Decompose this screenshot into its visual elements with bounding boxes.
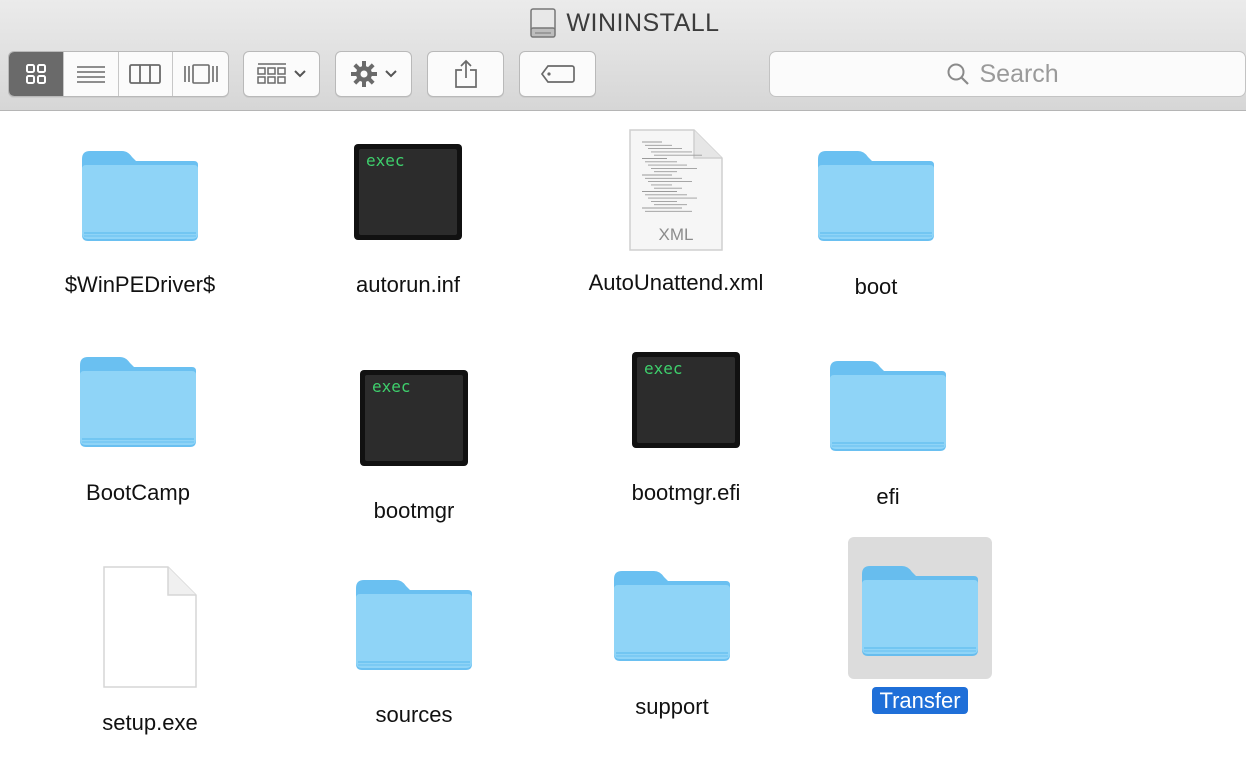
drive-icon	[530, 8, 557, 38]
chevron-down-icon	[293, 70, 306, 78]
list-view-button[interactable]	[64, 52, 119, 96]
svg-text:exec: exec	[366, 151, 405, 170]
chevron-down-icon	[384, 70, 397, 78]
folder-icon[interactable]	[610, 565, 734, 665]
file-name: autorun.inf	[356, 272, 460, 297]
window-title: WININSTALL	[0, 8, 1246, 43]
file-name: bootmgr	[373, 498, 455, 523]
file-name: sources	[375, 702, 453, 727]
file-label[interactable]: efi	[768, 484, 1008, 510]
folder-icon[interactable]	[858, 560, 982, 660]
svg-text:exec: exec	[372, 377, 411, 396]
svg-text:XML: XML	[659, 225, 694, 244]
exec-icon[interactable]: exec	[352, 142, 464, 242]
file-name: efi	[876, 484, 900, 509]
folder-icon[interactable]	[352, 574, 476, 674]
search-field[interactable]	[769, 51, 1246, 97]
file-label[interactable]: $WinPEDriver$	[20, 272, 260, 298]
file-name: Transfer	[872, 687, 968, 714]
file-name: BootCamp	[86, 480, 190, 505]
document-icon[interactable]	[102, 565, 198, 689]
file-label[interactable]: boot	[756, 274, 996, 300]
file-name: setup.exe	[102, 710, 198, 735]
exec-icon[interactable]: exec	[630, 350, 742, 450]
folder-icon[interactable]	[78, 145, 202, 245]
action-button[interactable]	[335, 51, 412, 97]
arrange-grid-icon	[256, 63, 286, 84]
column-view-icon	[129, 64, 162, 84]
title-bar: WININSTALL	[0, 0, 1246, 111]
tag-button[interactable]	[519, 51, 596, 97]
folder-icon[interactable]	[826, 355, 950, 455]
icon-view-icon	[25, 64, 46, 84]
tag-icon	[540, 65, 575, 83]
file-label[interactable]: BootCamp	[18, 480, 258, 506]
view-mode-control	[8, 51, 229, 97]
file-label[interactable]: Transfer	[800, 687, 1040, 714]
file-label[interactable]: sources	[294, 702, 534, 728]
xml-icon[interactable]: XML	[628, 128, 724, 252]
file-label[interactable]: bootmgr	[294, 498, 534, 524]
search-input[interactable]	[979, 59, 1070, 89]
folder-icon[interactable]	[814, 145, 938, 245]
file-label[interactable]: autorun.inf	[288, 272, 528, 298]
exec-icon[interactable]: exec	[358, 368, 470, 468]
share-icon	[454, 59, 477, 88]
folder-icon[interactable]	[76, 351, 200, 451]
gear-icon	[350, 61, 377, 87]
file-label[interactable]: setup.exe	[30, 710, 270, 736]
svg-text:exec: exec	[644, 359, 683, 378]
file-name: boot	[854, 274, 898, 299]
share-button[interactable]	[427, 51, 504, 97]
column-view-button[interactable]	[119, 52, 174, 96]
window-title-text: WININSTALL	[566, 8, 720, 37]
icon-view-button[interactable]	[9, 52, 64, 96]
cover-flow-view-button[interactable]	[173, 52, 228, 96]
arrange-button[interactable]	[243, 51, 320, 97]
file-name: support	[635, 694, 709, 719]
file-name: AutoUnattend.xml	[588, 270, 764, 295]
search-icon	[947, 63, 969, 85]
file-name: bootmgr.efi	[631, 480, 741, 505]
file-name: $WinPEDriver$	[64, 272, 216, 297]
file-label[interactable]: support	[552, 694, 792, 720]
list-view-icon	[76, 66, 105, 83]
cover-flow-icon	[183, 64, 218, 84]
